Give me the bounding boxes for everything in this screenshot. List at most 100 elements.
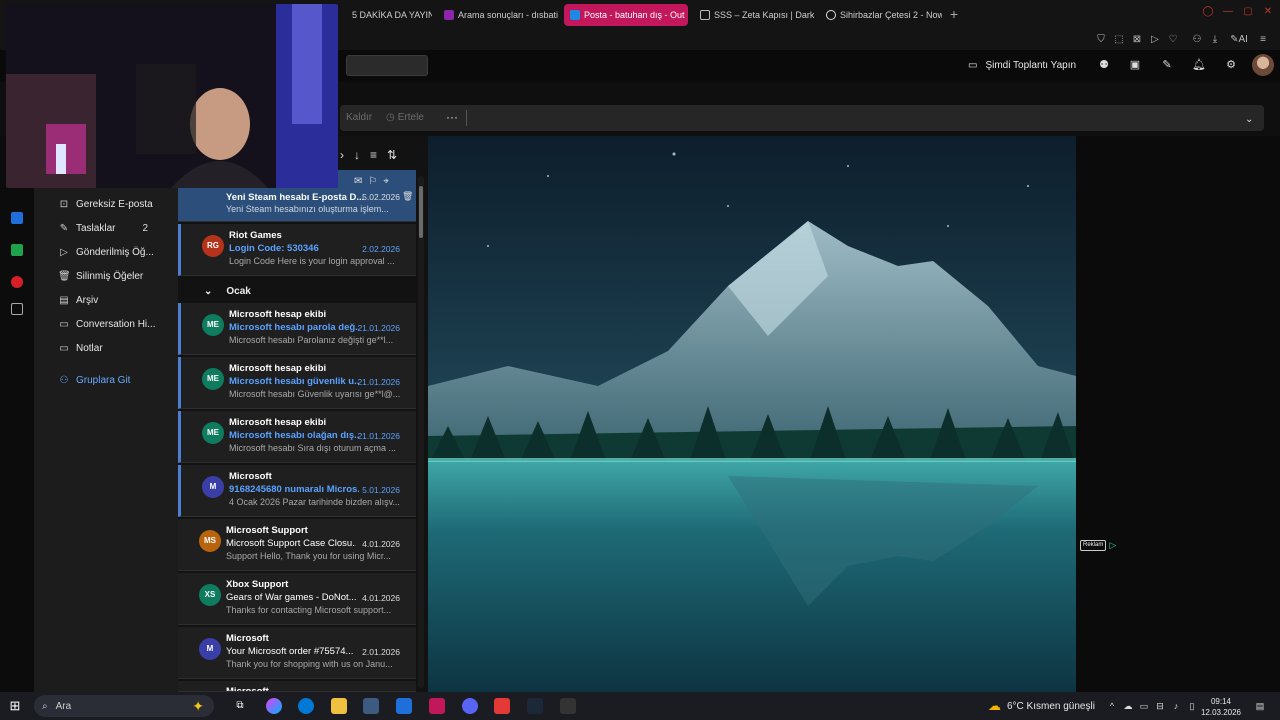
- search-input[interactable]: [346, 55, 428, 76]
- mail-app-icon[interactable]: [11, 212, 23, 224]
- message-sender: Microsoft hesap ekibi: [229, 417, 327, 428]
- shield-icon[interactable]: ⛉: [1094, 33, 1108, 47]
- maximize-icon[interactable]: ▢: [1240, 6, 1256, 20]
- pin-icon[interactable]: ⌖: [383, 176, 389, 187]
- list-item[interactable]: ME Microsoft hesap ekibi Microsoft hesab…: [178, 411, 416, 463]
- word-icon[interactable]: ▣: [1128, 58, 1142, 72]
- taskbar-search-input[interactable]: ⌕ Ara ✦: [34, 695, 214, 717]
- avatar: XS: [199, 584, 221, 606]
- search-icon: ⌕: [42, 700, 48, 712]
- calendar-app-icon[interactable]: [11, 244, 23, 256]
- tab-movie[interactable]: Sihirbazlar Çetesi 2 - Now: [820, 4, 942, 26]
- clock-date: 12.03.2026: [1200, 708, 1242, 717]
- volume-icon[interactable]: ♪: [1170, 700, 1182, 712]
- folder-sent[interactable]: ▷ Gönderilmiş Öğ...: [58, 244, 168, 260]
- delete-icon[interactable]: 🗑︎: [402, 191, 413, 202]
- download-icon[interactable]: ⤓: [1208, 33, 1222, 47]
- chevron-down-icon[interactable]: ⌄: [1245, 114, 1253, 125]
- message-subject: Your Microsoft order #75574...: [226, 646, 354, 657]
- meet-now-label: Şimdi Toplantı Yapın: [985, 59, 1077, 71]
- list-item[interactable]: M Microsoft 9168245680 numaralı Micros..…: [178, 465, 416, 517]
- folder-notes[interactable]: ▭ Notlar: [58, 340, 168, 356]
- snooze-button[interactable]: ◷ Ertele: [386, 112, 424, 123]
- teams-icon[interactable]: ⚉: [1097, 58, 1111, 72]
- message-subject: Microsoft hesabı güvenlik u...: [229, 376, 359, 387]
- bell-icon[interactable]: 🔔︎: [1192, 58, 1206, 72]
- mark-read-icon[interactable]: ✉: [354, 176, 362, 187]
- cloud-icon[interactable]: ☁: [1122, 700, 1134, 712]
- arrow-down-icon[interactable]: ↓: [354, 148, 360, 162]
- list-item[interactable]: M Microsoft Your Microsoft order #75574.…: [178, 627, 416, 679]
- list-item[interactable]: XS Xbox Support Gears of War games - DoN…: [178, 573, 416, 625]
- tab-label: 5 DAKİKA DA YAYIN: [352, 10, 432, 20]
- task-view-icon[interactable]: ⧉: [232, 698, 248, 714]
- scrollbar-thumb[interactable]: [419, 186, 423, 238]
- message-list-scrollbar[interactable]: [418, 176, 424, 688]
- network-icon[interactable]: ⊟: [1154, 700, 1166, 712]
- list-item[interactable]: Microsoft: [178, 681, 416, 692]
- calendar-taskbar-icon[interactable]: [494, 698, 510, 714]
- page-icon: [700, 10, 710, 20]
- new-tab-button[interactable]: +: [946, 6, 962, 22]
- list-item[interactable]: RG Riot Games Login Code: 530346 2.02.20…: [178, 224, 416, 276]
- folder-deleted[interactable]: 🗑︎ Silinmiş Öğeler: [58, 268, 168, 284]
- tab-outlook-mail[interactable]: Posta - batuhan dış - Out: [564, 4, 688, 26]
- go-to-groups-link[interactable]: ⚇ Gruplara Git: [58, 372, 168, 388]
- avatar: ME: [202, 368, 224, 390]
- search-tabs-icon[interactable]: ◯: [1200, 6, 1216, 20]
- weather-widget[interactable]: ☁ 6°C Kısmen güneşli: [988, 698, 1095, 714]
- message-group-header[interactable]: ⌄ Ocak: [178, 280, 416, 302]
- vpn-icon[interactable]: ⊠: [1130, 33, 1144, 47]
- list-item[interactable]: MS Microsoft Support Microsoft Support C…: [178, 519, 416, 571]
- steam-icon[interactable]: [527, 698, 543, 714]
- apps-icon[interactable]: [11, 303, 23, 315]
- filter-icon[interactable]: ≡: [370, 148, 377, 162]
- tab-faq[interactable]: SSS – Zeta Kapısı | DarkO: [694, 4, 814, 26]
- tab-stream[interactable]: 5 DAKİKA DA YAYIN: [346, 4, 432, 26]
- chevron-right-icon[interactable]: ›: [340, 148, 344, 162]
- windows-start-icon[interactable]: ⊞: [8, 699, 22, 713]
- store-icon[interactable]: [363, 698, 379, 714]
- folder-archive[interactable]: ▤ Arşiv: [58, 292, 168, 308]
- chevron-up-icon[interactable]: ^: [1106, 700, 1118, 712]
- notification-icon[interactable]: ▤: [1254, 700, 1266, 712]
- edge-icon[interactable]: [298, 698, 314, 714]
- account-icon[interactable]: ⚇: [1190, 33, 1204, 47]
- discord-icon[interactable]: [462, 698, 478, 714]
- opera-icon[interactable]: [429, 698, 445, 714]
- outlook-taskbar-icon[interactable]: [396, 698, 412, 714]
- message-list-toolbar: › ↓ ≡ ⇅: [340, 144, 424, 166]
- search-highlight-icon: ✦: [192, 697, 204, 714]
- more-options-button[interactable]: ···: [446, 110, 458, 124]
- avatar[interactable]: [1252, 54, 1274, 76]
- flag-icon[interactable]: ⚐: [368, 176, 377, 187]
- office-app-icon[interactable]: [11, 276, 23, 288]
- close-icon[interactable]: ✕: [1260, 6, 1276, 20]
- taskbar-clock[interactable]: 09:14 12.03.2026: [1196, 696, 1246, 718]
- message-preview: Support Hello, Thank you for using Micr.…: [226, 551, 391, 561]
- ad-label[interactable]: Reklam ▷: [1080, 540, 1116, 551]
- list-item[interactable]: ME Microsoft hesap ekibi Microsoft hesab…: [178, 303, 416, 355]
- game-launcher-icon[interactable]: [560, 698, 576, 714]
- tab-search-results[interactable]: Arama sonuçları - dısbati: [438, 4, 558, 26]
- message-date: 4.01.2026: [362, 593, 400, 603]
- file-explorer-icon[interactable]: [331, 698, 347, 714]
- player-icon[interactable]: ▷: [1148, 33, 1162, 47]
- search-result-icon: [444, 10, 454, 20]
- folder-conversation-history[interactable]: ▭ Conversation Hi...: [58, 316, 168, 332]
- folder-junk[interactable]: ⊡ Gereksiz E-posta: [58, 196, 168, 212]
- menu-icon[interactable]: ≡: [1256, 33, 1270, 47]
- whats-new-icon[interactable]: ✎: [1160, 58, 1174, 72]
- display-icon[interactable]: ▭: [1138, 700, 1150, 712]
- folder-drafts[interactable]: ✎ Taslaklar 2: [58, 220, 168, 236]
- gear-icon[interactable]: ⚙: [1224, 58, 1238, 72]
- ai-icon[interactable]: ✎AI: [1228, 33, 1250, 47]
- meet-now-button[interactable]: ▭ Şimdi Toplantı Yapın: [968, 58, 1076, 72]
- delete-button[interactable]: Kaldır: [346, 112, 372, 123]
- screenshot-icon[interactable]: ⬚: [1112, 33, 1126, 47]
- heart-icon[interactable]: ♡: [1166, 33, 1180, 47]
- list-item[interactable]: ME Microsoft hesap ekibi Microsoft hesab…: [178, 357, 416, 409]
- sort-icon[interactable]: ⇅: [387, 148, 397, 162]
- minimize-icon[interactable]: —: [1220, 6, 1236, 20]
- copilot-icon[interactable]: [266, 698, 282, 714]
